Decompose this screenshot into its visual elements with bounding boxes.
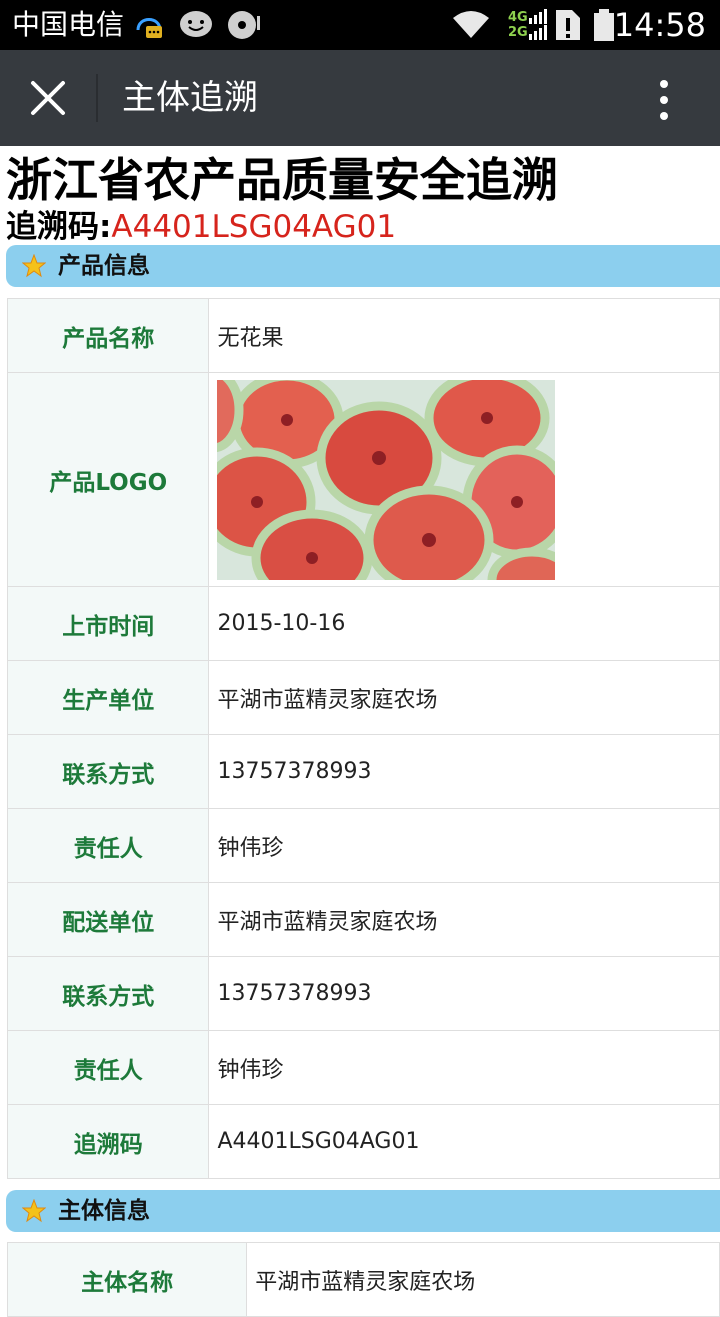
table-row: 产品LOGO [6,372,720,587]
wifi-icon [453,11,489,38]
qq-notification-icon [136,18,162,38]
table-row: 联系方式 13757378993 [6,734,720,809]
table-row: 联系方式 13757378993 [6,956,720,1031]
network-type: 4G 2G [508,10,528,40]
table-row: 配送单位 平湖市蓝精灵家庭农场 [6,882,720,957]
row-value: A4401LSG04AG01 [208,1104,720,1179]
row-value [208,372,720,587]
battery-icon [594,9,614,41]
row-key: 责任人 [6,808,210,883]
section-header-product-info: 产品信息 [6,245,720,287]
table-row: 产品名称 无花果 [6,298,720,373]
table-row: 上市时间 2015-10-16 [6,586,720,661]
section-title: 产品信息 [58,253,150,279]
row-key: 上市时间 [6,586,210,661]
music-disc-icon [228,11,260,39]
table-row: 生产单位 平湖市蓝精灵家庭农场 [6,660,720,735]
signal-bars-icon [529,9,547,40]
row-value: 平湖市蓝精灵家庭农场 [208,882,720,957]
row-value: 13757378993 [208,734,720,809]
row-value: 平湖市蓝精灵家庭农场 [208,660,720,735]
row-value: 钟伟珍 [208,808,720,883]
fig-halves-photo [217,379,556,580]
product-logo-image [217,379,556,580]
product-info-table: 产品名称 无花果 产品LOGO 上市时间 2015-10-16 生产单位 平湖市… [6,298,720,1179]
page-title: 浙江省农产品质量安全追溯 [6,153,558,207]
app-bar-divider [96,74,98,122]
row-key: 产品名称 [6,298,210,373]
row-key: 配送单位 [6,882,210,957]
close-icon[interactable] [28,78,68,118]
star-icon [22,1199,46,1223]
clock: 14:58 [613,6,706,44]
row-key: 责任人 [6,1030,210,1105]
row-key: 产品LOGO [6,372,210,587]
star-icon [22,254,46,278]
row-key: 联系方式 [6,734,210,809]
trace-code-line: 追溯码:A4401LSG04AG01 [6,208,396,246]
trace-code-label: 追溯码: [6,209,112,245]
trace-code-value: A4401LSG04AG01 [111,209,397,245]
status-bar: 中国电信 4G 2G 14:58 [0,0,720,50]
row-key: 追溯码 [6,1104,210,1179]
carrier-label: 中国电信 [12,8,125,41]
app-bar-title: 主体追溯 [122,78,258,118]
section-title: 主体信息 [58,1198,150,1224]
row-value: 无花果 [208,298,720,373]
row-key: 联系方式 [6,956,210,1031]
table-row: 追溯码 A4401LSG04AG01 [6,1104,720,1179]
row-value: 2015-10-16 [208,586,720,661]
section-header-entity-info: 主体信息 [6,1190,720,1232]
row-key: 生产单位 [6,660,210,735]
app-bar: 主体追溯 [0,50,720,146]
chat-smiley-icon [180,11,212,37]
sim-alert-icon [556,10,580,40]
table-row: 责任人 钟伟珍 [6,808,720,883]
row-value: 钟伟珍 [208,1030,720,1105]
more-options-icon[interactable] [656,78,672,122]
table-row: 责任人 钟伟珍 [6,1030,720,1105]
row-value: 13757378993 [208,956,720,1031]
